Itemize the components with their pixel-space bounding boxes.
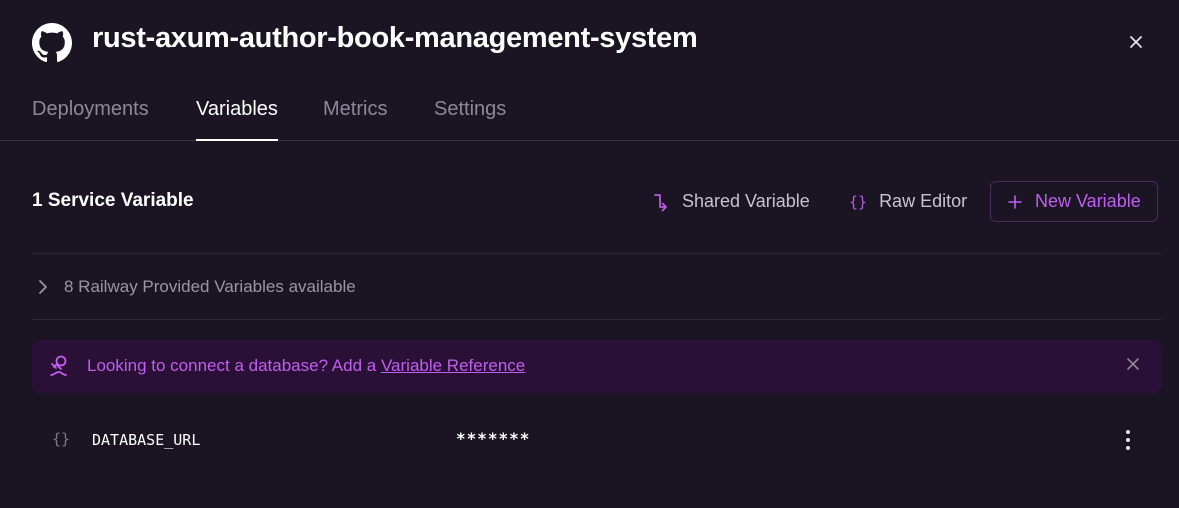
page-title: rust-axum-author-book-management-system (92, 22, 698, 54)
tab-variables[interactable]: Variables (196, 98, 278, 141)
more-options-button[interactable] (1116, 428, 1140, 452)
database-hint-banner: Looking to connect a database? Add a Var… (32, 340, 1161, 393)
divider (32, 253, 1161, 254)
shared-variable-label: Shared Variable (682, 191, 810, 211)
tab-metrics[interactable]: Metrics (323, 98, 387, 141)
plug-icon (48, 354, 70, 383)
variable-value[interactable]: ******* (456, 429, 530, 448)
new-variable-label: New Variable (1035, 191, 1141, 211)
braces-icon: {} (849, 192, 868, 211)
new-variable-button[interactable]: New Variable (990, 181, 1158, 222)
provided-variables-label: 8 Railway Provided Variables available (64, 277, 356, 296)
dismiss-banner-button[interactable] (1126, 357, 1140, 376)
github-icon (32, 23, 72, 63)
shared-variable-button[interactable]: Shared Variable (652, 181, 810, 222)
provided-variables-toggle[interactable]: 8 Railway Provided Variables available (32, 270, 356, 304)
chevron-right-icon (32, 279, 48, 295)
service-variables-heading: 1 Service Variable (32, 190, 194, 211)
raw-editor-button[interactable]: {} Raw Editor (849, 181, 967, 222)
variable-name: DATABASE_URL (92, 431, 201, 449)
banner-message: Looking to connect a database? Add a (87, 356, 381, 375)
variable-reference-link[interactable]: Variable Reference (381, 356, 525, 375)
braces-icon: {} (52, 430, 71, 448)
variable-row[interactable]: {} DATABASE_URL ******* (32, 420, 1161, 460)
header: rust-axum-author-book-management-system (0, 0, 1179, 86)
tab-settings[interactable]: Settings (434, 98, 506, 141)
tab-bar: Deployments Variables Metrics Settings (0, 86, 1179, 141)
plus-icon (1007, 194, 1023, 210)
tab-deployments[interactable]: Deployments (32, 98, 149, 141)
shared-variable-icon (652, 192, 670, 212)
close-icon (1127, 358, 1139, 370)
kebab-menu-icon (1126, 430, 1130, 450)
close-button[interactable] (1125, 31, 1147, 53)
raw-editor-label: Raw Editor (879, 191, 968, 211)
divider (32, 319, 1161, 320)
banner-text: Looking to connect a database? Add a Var… (87, 356, 525, 376)
close-icon (1130, 36, 1142, 48)
